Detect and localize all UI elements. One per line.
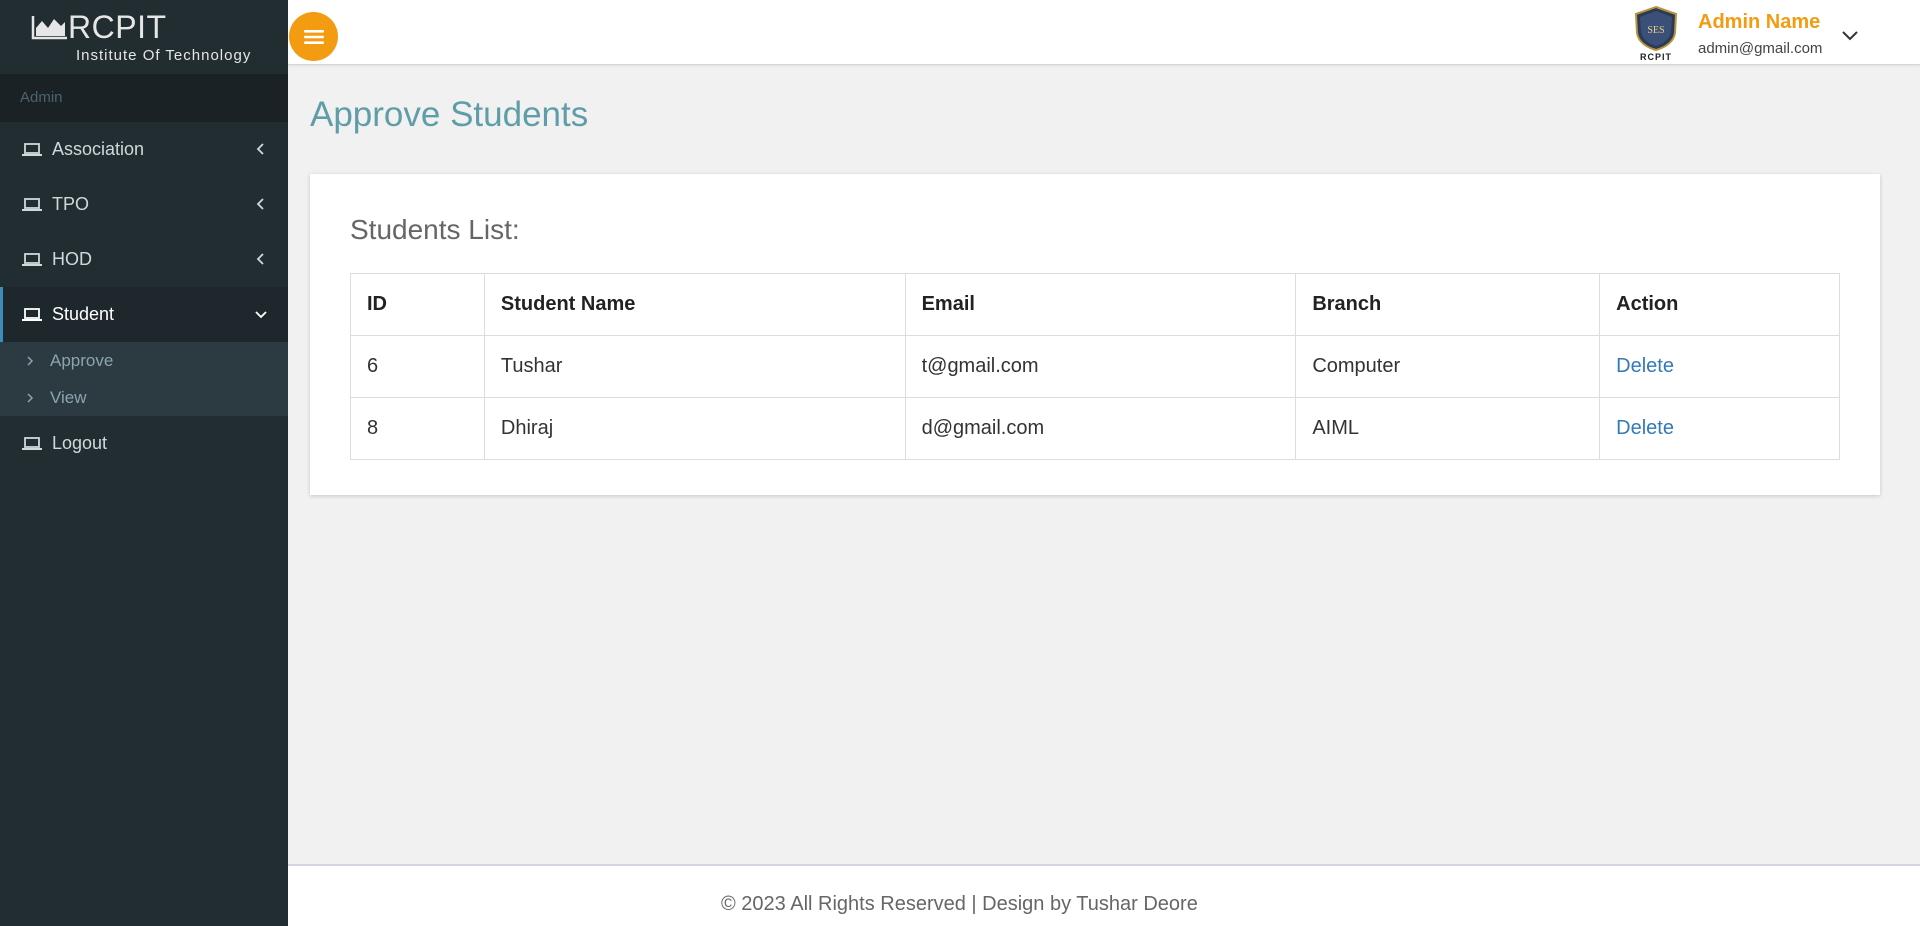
column-header: Student Name [483,273,906,336]
brand-subtitle: Institute Of Technology [76,47,252,64]
submenu-item-label: Approve [50,350,114,370]
hamburger-icon [303,29,324,44]
chevron-left-icon [256,198,264,210]
submenu-item-view[interactable]: View [0,379,288,416]
cell-email: t@gmail.com [904,335,1297,398]
sidebar-item-label: Association [52,139,145,159]
chevron-left-icon [256,143,264,155]
sidebar-role-header: Admin [0,74,288,122]
chevron-down-icon[interactable] [1841,30,1859,42]
submenu-item-approve[interactable]: Approve [0,342,288,379]
delete-link[interactable]: Delete [1616,417,1674,439]
page-title: Approve Students [310,95,589,134]
brand[interactable]: RCPIT Institute Of Technology [0,0,288,74]
sidebar-item-label: HOD [52,249,92,269]
table-row: 8 Dhiraj d@gmail.com AIML Delete [350,397,1840,460]
sidebar-item-label: Student [52,304,115,324]
delete-link[interactable]: Delete [1616,355,1674,377]
column-header: Branch [1295,273,1601,336]
table-row: 6 Tushar t@gmail.com Computer Delete [350,335,1840,398]
students-table: ID Student Name Email Branch Action 6 Tu… [350,273,1840,460]
user-name[interactable]: Admin Name [1698,11,1820,34]
card-title: Students List: [350,214,520,245]
cell-student-name: Tushar [483,335,906,398]
chevron-left-icon [256,253,264,265]
sidebar-item-association[interactable]: Association [0,122,288,177]
laptop-icon [22,197,42,211]
cell-branch: Computer [1295,335,1601,398]
column-header: Action [1599,273,1840,336]
sidebar-item-hod[interactable]: HOD [0,232,288,287]
brand-name: RCPIT [68,9,167,45]
chevron-down-icon [255,311,267,319]
cell-id: 8 [350,397,485,460]
footer: © 2023 All Rights Reserved | Design by T… [288,864,1920,926]
user-email: admin@gmail.com [1698,40,1823,57]
footer-text: © 2023 All Rights Reserved | Design by T… [721,893,1198,915]
cell-branch: AIML [1295,397,1601,460]
svg-text:SES: SES [1647,25,1664,36]
top-header: SES RCPIT Admin Name admin@gmail.com [288,0,1920,65]
sidebar-item-logout[interactable]: Logout [0,416,288,471]
cell-action: Delete [1599,335,1840,398]
svg-text:RCPIT: RCPIT [1640,52,1672,62]
sidebar-item-label: TPO [52,194,90,214]
laptop-icon [22,252,42,266]
column-header: Email [904,273,1297,336]
cell-id: 6 [350,335,485,398]
table-header-row: ID Student Name Email Branch Action [350,273,1840,336]
chevron-right-icon [27,392,34,403]
laptop-icon [22,142,42,156]
sidebar-item-student[interactable]: Student [0,287,288,342]
column-header: ID [350,273,485,336]
institute-logo[interactable]: SES RCPIT [1631,5,1681,63]
laptop-icon [22,436,42,450]
sidebar-item-label: Logout [52,433,108,453]
students-card: Students List: ID Student Name Email Bra… [310,174,1880,495]
laptop-icon [22,307,42,321]
sidebar-toggle-button[interactable] [289,12,338,61]
area-chart-icon [31,16,67,40]
cell-email: d@gmail.com [904,397,1297,460]
sidebar-item-tpo[interactable]: TPO [0,177,288,232]
student-submenu: Approve View [0,342,288,416]
submenu-item-label: View [50,387,87,407]
chevron-right-icon [27,355,34,366]
cell-action: Delete [1599,397,1840,460]
cell-student-name: Dhiraj [483,397,906,460]
sidebar: RCPIT Institute Of Technology Admin Asso… [0,0,288,926]
